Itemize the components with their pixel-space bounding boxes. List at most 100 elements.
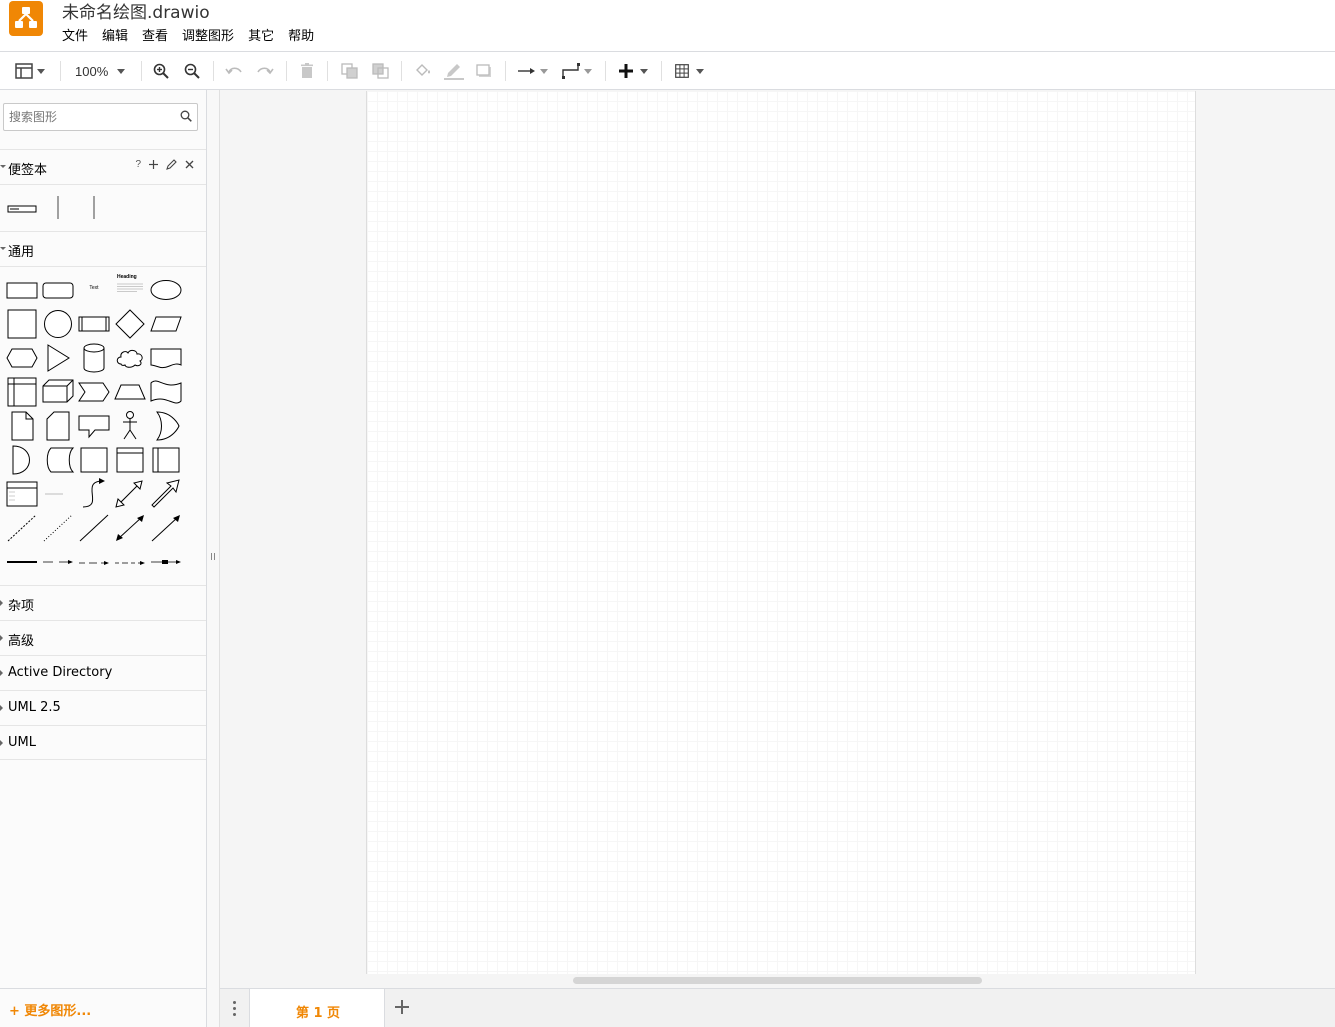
shape-edge-three-labels[interactable] [113, 546, 147, 578]
shape-scratch-rect[interactable] [5, 193, 39, 225]
shape-cylinder[interactable] [77, 342, 111, 374]
shape-arrow[interactable] [149, 478, 183, 510]
search-icon[interactable] [180, 110, 192, 122]
menu-file[interactable]: 文件 [55, 28, 95, 48]
menu-arrange[interactable]: 调整图形 [175, 28, 241, 48]
shape-process[interactable] [77, 308, 111, 340]
section-advanced-header[interactable]: 高级 [0, 620, 206, 655]
shape-scratch-line-1[interactable] [41, 193, 75, 225]
close-icon[interactable] [185, 160, 194, 169]
waypoints-dropdown[interactable] [562, 60, 592, 82]
shape-text[interactable]: Text [77, 274, 111, 306]
insert-dropdown[interactable] [619, 60, 648, 82]
shape-list[interactable] [5, 478, 39, 510]
fill-color-button[interactable] [414, 60, 432, 82]
shape-curve[interactable] [77, 478, 111, 510]
zoom-dropdown[interactable]: 100% [75, 60, 126, 82]
shape-callout[interactable] [77, 410, 111, 442]
shape-trapezoid[interactable] [113, 376, 147, 408]
shadow-button[interactable] [476, 60, 492, 82]
sidebar-splitter[interactable] [207, 90, 220, 1027]
shape-textbox[interactable]: Heading [113, 274, 147, 306]
section-misc-header[interactable]: 杂项 [0, 585, 206, 620]
section-active-directory-header[interactable]: Active Directory [0, 655, 206, 690]
shape-edge-two-labels[interactable] [77, 546, 111, 578]
shape-diamond[interactable] [113, 308, 147, 340]
shape-triangle[interactable] [41, 342, 75, 374]
shape-swimlane[interactable] [113, 444, 147, 476]
format-panel-button[interactable] [15, 60, 45, 82]
shape-note[interactable] [5, 410, 39, 442]
redo-button[interactable] [256, 60, 274, 82]
shape-thick-link[interactable] [5, 546, 39, 578]
to-back-button[interactable] [372, 60, 390, 82]
shape-edge-label[interactable] [41, 546, 75, 578]
shape-connector-with-symbol[interactable] [149, 546, 183, 578]
page-tab-1[interactable]: 第 1 页 [249, 989, 385, 1027]
shape-ellipse[interactable] [149, 274, 183, 306]
more-shapes-button[interactable]: + 更多图形... [0, 988, 206, 1027]
toolbar-divider [60, 61, 61, 81]
shape-container[interactable] [77, 444, 111, 476]
zoom-level: 100% [75, 63, 109, 79]
shape-dashed-line[interactable] [5, 512, 39, 544]
to-front-button[interactable] [341, 60, 359, 82]
section-uml-header[interactable]: UML [0, 725, 206, 760]
shape-circle[interactable] [41, 308, 75, 340]
shape-card[interactable] [41, 410, 75, 442]
shape-dotted-line[interactable] [41, 512, 75, 544]
zoom-out-button[interactable] [184, 60, 200, 82]
shape-hexagon[interactable] [5, 342, 39, 374]
diagram-canvas[interactable] [220, 90, 1335, 988]
shape-data-storage[interactable] [41, 444, 75, 476]
pages-menu-icon[interactable] [233, 1001, 237, 1017]
horizontal-scrollbar[interactable] [573, 977, 982, 984]
shape-document[interactable] [149, 342, 183, 374]
shape-list-item[interactable] [41, 478, 75, 510]
shape-square[interactable] [5, 308, 39, 340]
menu-help[interactable]: 帮助 [281, 28, 321, 48]
add-page-icon[interactable] [394, 999, 410, 1015]
grid [367, 91, 1195, 974]
undo-button[interactable] [225, 60, 243, 82]
shape-scratch-line-2[interactable] [77, 193, 111, 225]
expand-arrow-icon [0, 740, 3, 746]
toolbar-divider [286, 61, 287, 81]
shape-actor[interactable] [113, 410, 147, 442]
section-general-header[interactable]: 通用 [0, 231, 206, 266]
shape-directional-connector[interactable] [149, 512, 183, 544]
edit-icon[interactable] [166, 159, 177, 170]
document-title[interactable]: 未命名绘图.drawio [62, 0, 210, 23]
add-icon[interactable] [149, 160, 158, 169]
shape-delay[interactable] [5, 444, 39, 476]
shape-cube[interactable] [41, 376, 75, 408]
page-tabs-bar: 第 1 页 [220, 988, 1335, 1027]
chevron-down-icon [640, 68, 648, 74]
section-scratchpad-header[interactable]: 便签本 ? [0, 149, 206, 184]
shape-line[interactable] [77, 512, 111, 544]
help-button[interactable]: ? [135, 159, 141, 170]
shape-bidirectional-connector[interactable] [113, 512, 147, 544]
search-input[interactable] [9, 107, 174, 127]
shape-tape[interactable] [149, 376, 183, 408]
connection-style-dropdown[interactable] [518, 60, 548, 82]
shape-cloud[interactable] [113, 342, 147, 374]
line-color-button[interactable] [444, 60, 464, 82]
shape-step[interactable] [77, 376, 111, 408]
shape-search-box [3, 103, 198, 131]
menu-extras[interactable]: 其它 [241, 28, 281, 48]
shape-bidirectional-arrow[interactable] [113, 478, 147, 510]
menu-edit[interactable]: 编辑 [95, 28, 135, 48]
section-uml25-header[interactable]: UML 2.5 [0, 690, 206, 725]
diagram-page[interactable] [366, 91, 1196, 974]
menu-view[interactable]: 查看 [135, 28, 175, 48]
shape-rounded-rectangle[interactable] [41, 274, 75, 306]
delete-button[interactable] [300, 60, 314, 82]
shape-rectangle[interactable] [5, 274, 39, 306]
shape-internal-storage[interactable] [5, 376, 39, 408]
shape-or[interactable] [149, 410, 183, 442]
shape-parallelogram[interactable] [149, 308, 183, 340]
table-dropdown[interactable] [675, 60, 704, 82]
shape-vertical-swimlane[interactable] [149, 444, 183, 476]
zoom-in-button[interactable] [153, 60, 169, 82]
